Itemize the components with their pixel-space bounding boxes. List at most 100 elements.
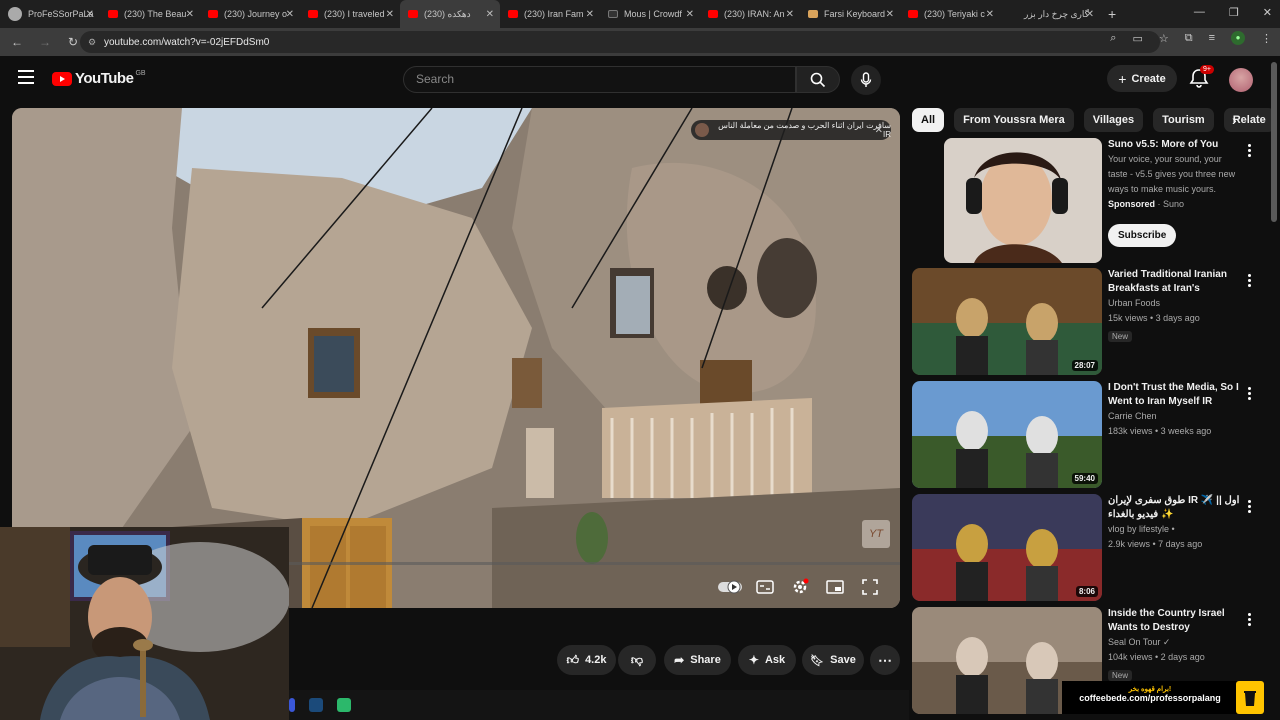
like-button[interactable]: 👍︎ 4.2k bbox=[557, 645, 616, 675]
subscribe-button[interactable]: Subscribe bbox=[1108, 224, 1177, 247]
tab-label: Farsi Keyboard bbox=[824, 9, 886, 19]
browser-tab[interactable]: (230) Journey o ✕ bbox=[200, 0, 300, 28]
close-tab-icon[interactable]: ✕ bbox=[1086, 9, 1094, 20]
share-button[interactable]: ➦ Share bbox=[664, 645, 731, 675]
new-tab-button[interactable]: + bbox=[1100, 6, 1124, 22]
more-options-icon[interactable] bbox=[1248, 387, 1252, 402]
dislike-button[interactable]: 👎︎ bbox=[618, 645, 656, 675]
recommended-video[interactable]: 28:07 Varied Traditional Iranian Breakfas… bbox=[912, 268, 1262, 375]
video-title[interactable]: Varied Traditional Iranian Breakfasts at… bbox=[1108, 268, 1242, 296]
profile-icon[interactable]: ● bbox=[1231, 31, 1245, 45]
recommended-video[interactable]: 59:40 I Don't Trust the Media, So I Went … bbox=[912, 381, 1262, 488]
sponsored-title[interactable]: Suno v5.5: More of You bbox=[1108, 138, 1242, 152]
create-button[interactable]: + Create bbox=[1107, 65, 1177, 92]
bookmark-star-icon[interactable]: ☆ bbox=[1159, 32, 1169, 45]
channel-name[interactable]: Carrie Chen bbox=[1108, 409, 1242, 424]
filter-chip[interactable]: Tourism bbox=[1153, 108, 1214, 132]
browser-tab[interactable]: (230) Iran Fam ✕ bbox=[500, 0, 600, 28]
channel-name[interactable]: Seal On Tour ✓ bbox=[1108, 635, 1242, 650]
browser-tab[interactable]: گاری چرخ دار بزر ✕ bbox=[1000, 0, 1100, 28]
close-tab-icon[interactable]: ✕ bbox=[986, 9, 994, 20]
channel-watermark[interactable]: YT bbox=[862, 520, 890, 548]
forward-icon[interactable]: → bbox=[34, 35, 56, 49]
extensions-icon[interactable]: ⧉ bbox=[1185, 32, 1193, 45]
more-options-icon[interactable] bbox=[1248, 500, 1252, 515]
minimize-icon[interactable]: — bbox=[1194, 6, 1205, 19]
ask-button[interactable]: ✦ Ask bbox=[738, 645, 796, 675]
video-title[interactable]: I Don't Trust the Media, So I Went to Ir… bbox=[1108, 381, 1242, 409]
fullscreen-button[interactable] bbox=[858, 577, 882, 597]
reading-list-icon[interactable]: ≡ bbox=[1209, 32, 1215, 44]
channel-name[interactable]: vlog by lifestyle • bbox=[1108, 522, 1242, 537]
close-tab-icon[interactable]: ✕ bbox=[886, 9, 894, 20]
new-badge: New bbox=[1108, 331, 1133, 342]
taskbar-app-icon[interactable] bbox=[289, 698, 295, 712]
address-toolbar: ← → ↻ ⚙ youtube.com/watch?v=-02jEFDdSm0 … bbox=[0, 28, 1280, 56]
browser-tab[interactable]: (230) The Beau ✕ bbox=[100, 0, 200, 28]
scrollbar[interactable] bbox=[1271, 62, 1277, 222]
filter-chip[interactable]: From Youssra Mera bbox=[954, 108, 1074, 132]
browser-tab[interactable]: ProFeSSorPaLa ✕ bbox=[0, 0, 100, 28]
card-teaser[interactable]: سافرت ایران اثناء الحرب و صدمت من معاملة… bbox=[691, 120, 891, 140]
settings-button[interactable] bbox=[788, 577, 812, 597]
autoplay-toggle[interactable] bbox=[718, 577, 742, 597]
youtube-logo[interactable]: YouTube GB bbox=[52, 70, 146, 87]
more-options-icon[interactable] bbox=[1248, 274, 1252, 289]
back-icon[interactable]: ← bbox=[6, 35, 28, 49]
close-tab-icon[interactable]: ✕ bbox=[786, 9, 794, 20]
more-options-icon[interactable] bbox=[1248, 613, 1252, 628]
zoom-icon[interactable]: ⌕ bbox=[1110, 32, 1116, 45]
thumbnail-image bbox=[912, 494, 1102, 601]
close-teaser-icon[interactable]: ✕ bbox=[875, 125, 883, 136]
browser-tab[interactable]: Mous | Crowdf ✕ bbox=[600, 0, 700, 28]
close-window-icon[interactable]: ✕ bbox=[1263, 6, 1272, 19]
site-info-icon[interactable]: ⚙ bbox=[88, 37, 96, 48]
video-title[interactable]: Inside the Country Israel Wants to Destr… bbox=[1108, 607, 1242, 635]
browser-tab[interactable]: (230) دهکده ✕ bbox=[400, 0, 500, 28]
miniplayer-button[interactable] bbox=[823, 577, 847, 597]
coffee-promo-banner[interactable]: برام قهوه بخر! coffeebede.com/professorp… bbox=[1062, 681, 1238, 714]
close-tab-icon[interactable]: ✕ bbox=[586, 9, 594, 20]
close-tab-icon[interactable]: ✕ bbox=[186, 9, 194, 20]
recommended-video[interactable]: 8:06 طوق سفری لإیران IR ✈️ || اول فیدیو ب… bbox=[912, 494, 1262, 601]
cast-icon[interactable]: ▭ bbox=[1132, 32, 1142, 45]
subtitles-button[interactable] bbox=[753, 577, 777, 597]
close-tab-icon[interactable]: ✕ bbox=[286, 9, 294, 20]
hamburger-menu-icon[interactable] bbox=[18, 70, 34, 84]
more-actions-button[interactable]: ⋯ bbox=[870, 645, 900, 675]
browser-tab[interactable]: (230) I traveled ✕ bbox=[300, 0, 400, 28]
discord-icon[interactable] bbox=[337, 698, 351, 712]
thumbs-up-icon: 👍︎ bbox=[566, 652, 580, 667]
voice-search-button[interactable] bbox=[851, 65, 881, 95]
video-thumbnail[interactable]: 8:06 bbox=[912, 494, 1102, 601]
video-thumbnail[interactable]: 28:07 bbox=[912, 268, 1102, 375]
coffee-cup-icon[interactable] bbox=[1236, 681, 1264, 714]
close-tab-icon[interactable]: ✕ bbox=[686, 9, 694, 20]
browser-tab[interactable]: (230) IRAN: An ✕ bbox=[700, 0, 800, 28]
steam-icon[interactable] bbox=[309, 698, 323, 712]
menu-kebab-icon[interactable]: ⋮ bbox=[1261, 32, 1272, 45]
close-tab-icon[interactable]: ✕ bbox=[86, 9, 94, 20]
browser-tab[interactable]: (230) Teriyaki c ✕ bbox=[900, 0, 1000, 28]
filter-chip[interactable]: All bbox=[912, 108, 945, 132]
teaser-avatar bbox=[695, 123, 709, 137]
close-tab-icon[interactable]: ✕ bbox=[386, 9, 394, 20]
search-button[interactable] bbox=[796, 66, 840, 93]
more-options-icon[interactable] bbox=[1248, 144, 1252, 159]
chevron-right-icon[interactable]: › bbox=[1232, 112, 1237, 128]
country-code: GB bbox=[135, 70, 146, 77]
close-tab-icon[interactable]: ✕ bbox=[486, 9, 494, 20]
save-button[interactable]: 🔖︎ Save bbox=[802, 645, 864, 675]
url-input[interactable]: ⚙ youtube.com/watch?v=-02jEFDdSm0 bbox=[80, 31, 1160, 53]
video-title[interactable]: طوق سفری لإیران IR ✈️ || اول فیدیو بالغد… bbox=[1108, 494, 1242, 522]
filter-chip[interactable]: Villages bbox=[1083, 108, 1144, 132]
sponsored-thumbnail[interactable] bbox=[944, 138, 1102, 263]
autoplay-toggle-icon bbox=[718, 580, 742, 594]
restore-icon[interactable]: ❐ bbox=[1229, 6, 1239, 19]
browser-tab[interactable]: Farsi Keyboard ✕ bbox=[800, 0, 900, 28]
sponsored-card[interactable]: Suno v5.5: More of You Your voice, your … bbox=[912, 138, 1262, 263]
account-avatar[interactable] bbox=[1229, 68, 1253, 92]
video-thumbnail[interactable]: 59:40 bbox=[912, 381, 1102, 488]
channel-name[interactable]: Urban Foods bbox=[1108, 296, 1242, 311]
search-input[interactable]: Search bbox=[403, 66, 796, 93]
